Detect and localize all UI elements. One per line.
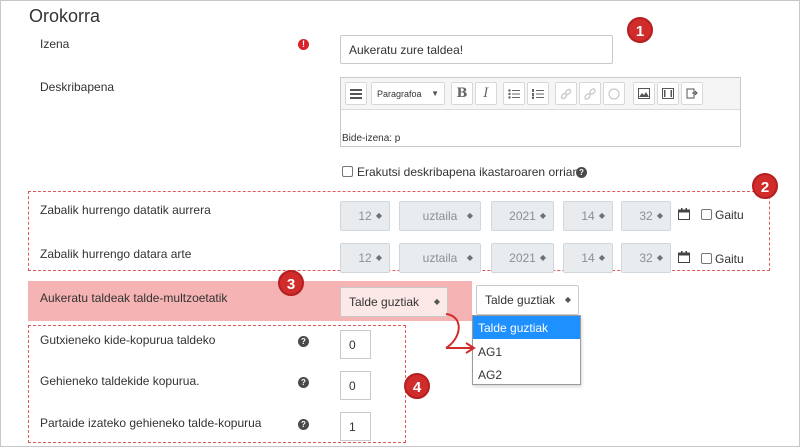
open-until-minute-select[interactable]: 32 ◆ bbox=[621, 243, 671, 273]
open-until-month-value: uztaila bbox=[422, 251, 458, 265]
emoji-icon[interactable] bbox=[603, 82, 625, 105]
open-until-label: Zabalik hurrengo datara arte bbox=[40, 247, 192, 261]
chevron-updown-icon: ◆ bbox=[466, 253, 473, 262]
grouping-popup-value: Talde guztiak bbox=[485, 293, 556, 307]
chevron-updown-icon: ◆ bbox=[375, 253, 382, 262]
max-groups-input[interactable]: 1 bbox=[340, 412, 371, 441]
manage-files-icon[interactable] bbox=[681, 82, 703, 105]
open-from-enable-checkbox[interactable] bbox=[701, 209, 712, 220]
open-until-hour-value: 14 bbox=[581, 251, 595, 265]
open-from-day-value: 12 bbox=[358, 209, 372, 223]
editor-path: Bide-izena: p bbox=[342, 133, 401, 144]
grouping-dropdown[interactable]: Talde guztiak AG1 AG2 bbox=[472, 315, 581, 385]
annotation-badge-4: 4 bbox=[404, 373, 430, 399]
open-from-month-select[interactable]: uztaila ◆ bbox=[399, 201, 481, 231]
chevron-down-icon: ▼ bbox=[431, 89, 439, 98]
dropdown-option-all-groups[interactable]: Talde guztiak bbox=[473, 316, 580, 339]
open-from-enable-label: Gaitu bbox=[715, 208, 744, 222]
paragraph-select-value: Paragrafoa bbox=[377, 88, 422, 99]
open-from-hour-value: 14 bbox=[581, 209, 595, 223]
open-until-minute-value: 32 bbox=[639, 251, 653, 265]
chevron-updown-icon: ◆ bbox=[656, 253, 663, 262]
annotation-badge-1: 1 bbox=[627, 17, 653, 43]
open-from-day-select[interactable]: 12 ◆ bbox=[340, 201, 390, 231]
annotation-arrow bbox=[445, 313, 476, 354]
chevron-updown-icon: ◆ bbox=[656, 211, 663, 220]
grouping-select-value: Talde guztiak bbox=[349, 295, 420, 309]
paragraph-select[interactable]: Paragrafoa ▼ bbox=[371, 82, 445, 105]
collapse-icon[interactable] bbox=[345, 82, 367, 105]
chevron-updown-icon: ◆ bbox=[433, 297, 440, 306]
max-members-input[interactable]: 0 bbox=[340, 371, 371, 400]
chevron-updown-icon: ◆ bbox=[539, 211, 546, 220]
show-description-checkbox[interactable] bbox=[342, 166, 353, 177]
description-editor[interactable]: Paragrafoa ▼ B I Bide-izena: p bbox=[340, 77, 741, 147]
image-icon[interactable] bbox=[633, 82, 655, 105]
help-icon[interactable]: ? bbox=[298, 377, 309, 388]
open-from-minute-select[interactable]: 32 ◆ bbox=[621, 201, 671, 231]
open-from-year-select[interactable]: 2021 ◆ bbox=[491, 201, 554, 231]
open-from-month-value: uztaila bbox=[422, 209, 458, 223]
chevron-updown-icon: ◆ bbox=[564, 295, 571, 304]
open-until-day-value: 12 bbox=[358, 251, 372, 265]
grouping-popup-select[interactable]: Talde guztiak ◆ bbox=[476, 285, 579, 315]
open-until-year-value: 2021 bbox=[509, 251, 536, 265]
open-until-enable-label: Gaitu bbox=[715, 252, 744, 266]
open-until-day-select[interactable]: 12 ◆ bbox=[340, 243, 390, 273]
chevron-updown-icon: ◆ bbox=[466, 211, 473, 220]
description-label: Deskribapena bbox=[40, 80, 115, 94]
dropdown-option-ag1[interactable]: AG1 bbox=[473, 340, 580, 363]
open-from-year-value: 2021 bbox=[509, 209, 536, 223]
show-description-label: Erakutsi deskribapena ikastaroaren orria… bbox=[357, 165, 580, 179]
unordered-list-icon[interactable] bbox=[503, 82, 525, 105]
min-members-input[interactable]: 0 bbox=[340, 330, 371, 359]
unlink-icon[interactable] bbox=[579, 82, 601, 105]
chevron-updown-icon: ◆ bbox=[375, 211, 382, 220]
max-members-label: Gehieneko taldekide kopurua. bbox=[40, 374, 200, 388]
annotation-badge-2: 2 bbox=[752, 173, 778, 199]
chevron-updown-icon: ◆ bbox=[539, 253, 546, 262]
open-from-label: Zabalik hurrengo datatik aurrera bbox=[40, 203, 211, 217]
calendar-icon[interactable] bbox=[678, 251, 690, 266]
bold-icon[interactable]: B bbox=[451, 82, 473, 105]
max-groups-label: Partaide izateko gehieneko talde-kopurua bbox=[40, 416, 262, 430]
annotation-badge-3: 3 bbox=[278, 270, 304, 296]
min-members-label: Gutxieneko kide-kopurua taldeko bbox=[40, 333, 216, 347]
open-from-minute-value: 32 bbox=[639, 209, 653, 223]
help-icon[interactable]: ? bbox=[298, 419, 309, 430]
media-icon[interactable] bbox=[657, 82, 679, 105]
chevron-updown-icon: ◆ bbox=[598, 253, 605, 262]
open-until-month-select[interactable]: uztaila ◆ bbox=[399, 243, 481, 273]
open-from-hour-select[interactable]: 14 ◆ bbox=[563, 201, 613, 231]
help-icon[interactable]: ? bbox=[576, 167, 587, 178]
calendar-icon[interactable] bbox=[678, 208, 690, 223]
grouping-label: Aukeratu taldeak talde-multzoetatik bbox=[40, 291, 228, 305]
link-icon[interactable] bbox=[555, 82, 577, 105]
section-title: Orokorra bbox=[29, 6, 101, 26]
open-until-enable-checkbox[interactable] bbox=[701, 253, 712, 264]
grouping-select[interactable]: Talde guztiak ◆ bbox=[340, 287, 448, 317]
name-input[interactable]: Aukeratu zure taldea! bbox=[340, 35, 613, 64]
open-until-hour-select[interactable]: 14 ◆ bbox=[563, 243, 613, 273]
help-icon[interactable]: ? bbox=[298, 336, 309, 347]
ordered-list-icon[interactable] bbox=[527, 82, 549, 105]
dropdown-option-ag2[interactable]: AG2 bbox=[473, 363, 580, 386]
chevron-updown-icon: ◆ bbox=[598, 211, 605, 220]
name-label: Izena bbox=[40, 37, 70, 51]
editor-toolbar: Paragrafoa ▼ B I bbox=[341, 78, 740, 110]
required-icon: ! bbox=[298, 39, 309, 50]
italic-icon[interactable]: I bbox=[475, 82, 497, 105]
open-until-year-select[interactable]: 2021 ◆ bbox=[491, 243, 554, 273]
